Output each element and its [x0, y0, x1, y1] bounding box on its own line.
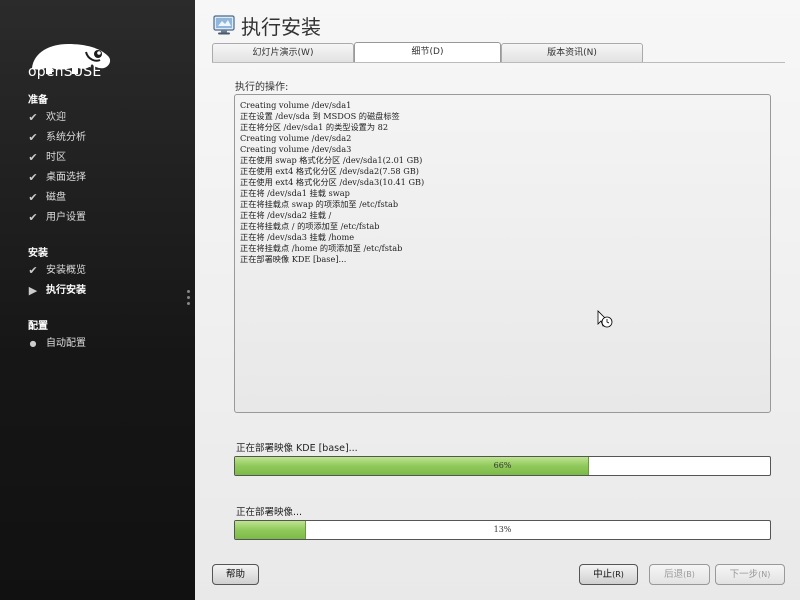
help-button-label: 帮助	[225, 569, 245, 580]
tab-label: 细节	[411, 47, 430, 57]
sidebar-item-user-settings: ✔ 用户设置	[26, 210, 86, 226]
log-line: 正在使用 ext4 格式化分区 /dev/sda3(10.41 GB)	[240, 177, 425, 187]
log-line: Creating volume /dev/sda1	[240, 100, 352, 110]
abort-button-shortcut: (R)	[612, 570, 624, 579]
next-button-shortcut: (N)	[758, 570, 771, 579]
tab-label: 幻灯片演示	[252, 48, 298, 58]
sidebar-item-perform-install: ▶ 执行安装	[26, 283, 86, 299]
abort-button-label: 中止	[593, 569, 613, 580]
log-line: Creating volume /dev/sda2	[240, 133, 352, 143]
tab-release-notes[interactable]: 版本资讯(N)	[501, 43, 643, 62]
sidebar-item-disk: ✔ 磁盘	[26, 190, 66, 206]
next-button-label: 下一步	[729, 569, 759, 580]
sidebar-item-label: 磁盘	[46, 192, 66, 203]
sidebar-item-label: 桌面选择	[46, 172, 86, 183]
checkmark-icon: ✔	[28, 151, 38, 164]
sidebar-item-label: 安装概览	[46, 265, 86, 276]
log-line: 正在将挂载点 /home 的项添加至 /etc/fstab	[240, 243, 403, 253]
monitor-icon	[213, 15, 235, 35]
abort-button[interactable]: 中止(R)	[579, 564, 638, 585]
tab-shortcut: D	[433, 47, 440, 57]
log-line: 正在将挂载点 / 的项添加至 /etc/fstab	[240, 221, 380, 231]
progress-bar-1: 66%	[234, 456, 771, 476]
checkmark-icon: ✔	[28, 171, 38, 184]
sidebar-item-label: 自动配置	[46, 338, 86, 349]
sidebar-item-welcome: ✔ 欢迎	[26, 110, 66, 126]
sidebar-splitter-handle[interactable]	[187, 290, 191, 310]
sidebar-item-label: 时区	[46, 152, 66, 163]
log-line: 正在将挂载点 swap 的项添加至 /etc/fstab	[240, 199, 399, 209]
tab-panel-border	[212, 62, 785, 69]
sidebar-item-auto-config: ● 自动配置	[26, 336, 87, 352]
log-line: 正在设置 /dev/sda 到 MSDOS 的磁盘标签	[240, 111, 400, 121]
sidebar-item-desktop-selection: ✔ 桌面选择	[26, 170, 86, 186]
sidebar-item-install-overview: ✔ 安装概览	[26, 263, 86, 279]
sidebar-item-timezone: ✔ 时区	[26, 150, 66, 166]
bullet-icon: ●	[29, 339, 37, 348]
progress-label-1: 正在部署映像 KDE [base]...	[236, 443, 358, 454]
progress-bar-2: 13%	[234, 520, 771, 540]
back-button-shortcut: (B)	[683, 570, 695, 579]
sidebar-item-label: 执行安装	[46, 285, 86, 296]
tab-slideshow[interactable]: 幻灯片演示(W)	[212, 43, 354, 62]
log-line: 正在将 /dev/sda3 挂载 /home	[240, 232, 355, 242]
log-line: 正在使用 swap 格式化分区 /dev/sda1(2.01 GB)	[240, 155, 423, 165]
progress-text-1: 66%	[493, 461, 512, 470]
next-button[interactable]: 下一步(N)	[715, 564, 785, 585]
tab-shortcut: W	[301, 48, 310, 58]
log-lines: Creating volume /dev/sda1 正在设置 /dev/sda 到…	[240, 100, 424, 265]
operations-log[interactable]: Creating volume /dev/sda1 正在设置 /dev/sda 到…	[234, 94, 771, 413]
tab-bar: 幻灯片演示(W) 细节(D) 版本资讯(N)	[212, 42, 643, 63]
tab-details[interactable]: 细节(D)	[354, 42, 501, 62]
sidebar-item-system-analysis: ✔ 系统分析	[26, 130, 86, 146]
sidebar: openSUSE 准备 ✔ 欢迎 ✔ 系统分析 ✔ 时区 ✔ 桌面选择 ✔ 磁盘 ✔ 用户设…	[0, 0, 195, 600]
play-arrow-icon: ▶	[28, 284, 38, 297]
log-line: 正在使用 ext4 格式化分区 /dev/sda2(7.58 GB)	[240, 166, 419, 176]
log-line: 正在将分区 /dev/sda1 的类型设置为 82	[240, 122, 389, 132]
checkmark-icon: ✔	[28, 264, 38, 277]
log-line: Creating volume /dev/sda3	[240, 144, 352, 154]
page-title: 执行安装	[241, 15, 321, 39]
progress-label-2: 正在部署映像...	[236, 507, 303, 518]
help-button[interactable]: 帮助	[212, 564, 259, 585]
log-line: 正在将 /dev/sda1 挂载 swap	[240, 188, 350, 198]
progress-text-2: 13%	[493, 525, 512, 534]
operations-label: 执行的操作:	[235, 82, 289, 93]
back-button[interactable]: 后退(B)	[649, 564, 710, 585]
checkmark-icon: ✔	[28, 211, 38, 224]
sidebar-section-install: 安装	[28, 248, 48, 259]
checkmark-icon: ✔	[28, 111, 38, 124]
main-panel: 执行安装 幻灯片演示(W) 细节(D) 版本资讯(N) 执行的操作: Creat…	[195, 0, 800, 600]
sidebar-section-prepare: 准备	[28, 95, 48, 106]
sidebar-item-label: 欢迎	[46, 112, 66, 123]
log-line: 正在将 /dev/sda2 挂载 /	[240, 210, 332, 220]
sidebar-section-configure: 配置	[28, 321, 48, 332]
back-button-label: 后退	[664, 569, 684, 580]
opensuse-logo-text: openSUSE	[28, 64, 102, 80]
busy-cursor-icon	[597, 310, 613, 328]
log-line: 正在部署映像 KDE [base]...	[240, 254, 347, 264]
sidebar-item-label: 系统分析	[46, 132, 86, 143]
sidebar-item-label: 用户设置	[46, 212, 86, 223]
tab-shortcut: N	[586, 48, 594, 58]
checkmark-icon: ✔	[28, 131, 38, 144]
checkmark-icon: ✔	[28, 191, 38, 204]
tab-label: 版本资讯	[547, 48, 584, 58]
